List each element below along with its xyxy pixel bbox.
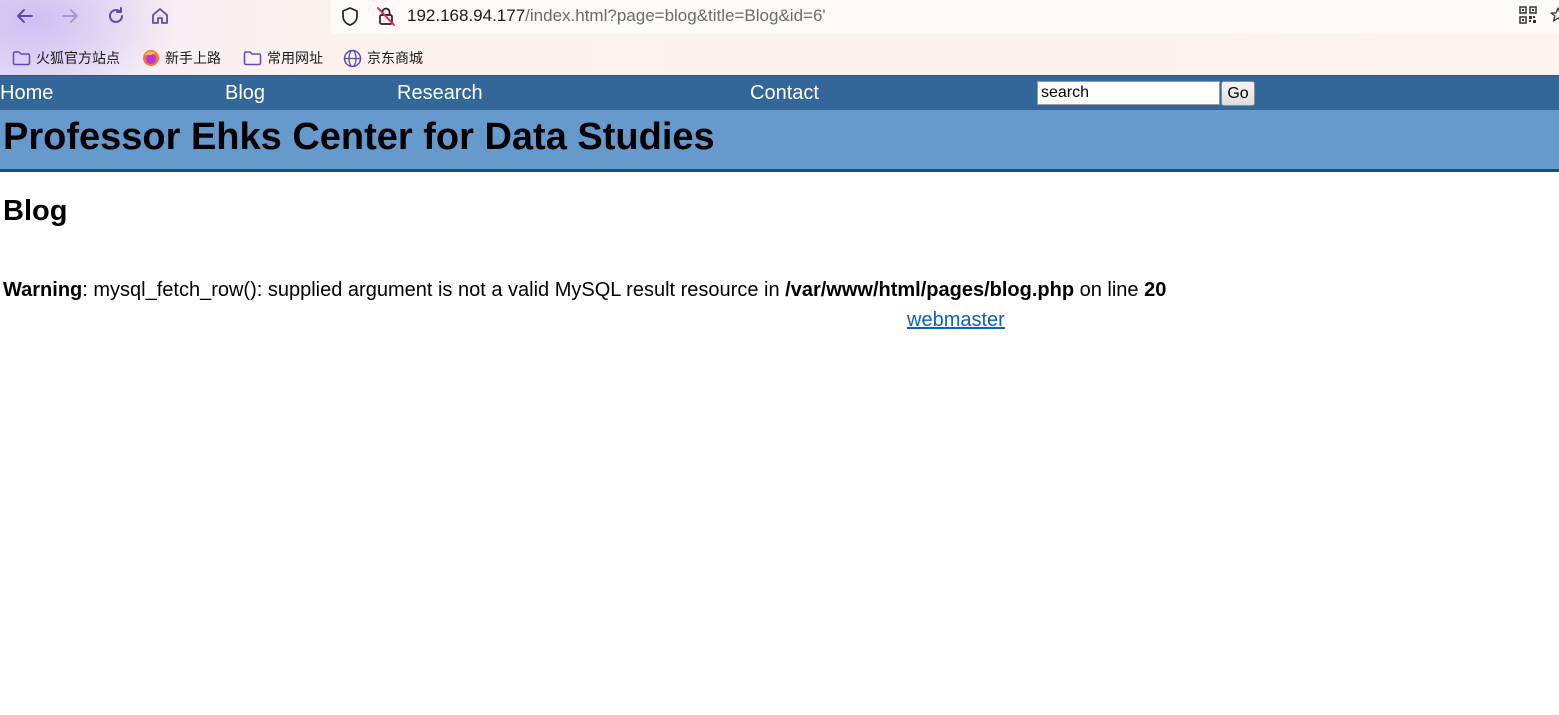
star-icon[interactable] (1550, 7, 1559, 23)
reload-button[interactable] (103, 3, 129, 29)
folder-icon (243, 51, 262, 66)
url-path: /index.html?page=blog&title=Blog&id=6' (525, 6, 826, 25)
warning-line-number: 20 (1144, 279, 1167, 301)
url-text[interactable]: 192.168.94.177/index.html?page=blog&titl… (407, 6, 826, 26)
qr-code-icon[interactable] (1519, 6, 1537, 24)
bookmark-item[interactable]: 京东商城 (343, 47, 423, 69)
bookmarks-bar: 火狐官方站点 新手上路 常用网址 京东商城 (0, 44, 1559, 70)
forward-button[interactable] (57, 3, 83, 29)
url-host: 192.168.94.177 (407, 6, 526, 25)
bookmark-label: 京东商城 (367, 50, 423, 66)
warning-text: : mysql_fetch_row(): supplied argument i… (82, 279, 786, 301)
bookmark-label: 常用网址 (267, 50, 323, 66)
back-button[interactable] (12, 3, 38, 29)
forward-arrow-icon (62, 9, 78, 23)
page-heading: Blog (3, 195, 68, 227)
firefox-icon (143, 50, 159, 66)
folder-icon (12, 51, 31, 66)
search-input[interactable] (1037, 81, 1220, 105)
home-button[interactable] (147, 3, 173, 29)
php-warning-message: Warning: mysql_fetch_row(): supplied arg… (3, 279, 1166, 302)
warning-label: Warning (3, 279, 83, 301)
nav-link-blog[interactable]: Blog (225, 82, 265, 105)
site-banner: Professor Ehks Center for Data Studies (0, 110, 1559, 172)
warning-file-path: /var/www/html/pages/blog.php (785, 279, 1075, 301)
home-icon (152, 8, 168, 24)
reload-icon (109, 7, 123, 23)
site-nav-bar: Home Blog Research Contact Go (0, 75, 1559, 111)
bookmark-label: 火狐官方站点 (36, 50, 120, 66)
bookmark-item[interactable]: 常用网址 (243, 47, 323, 69)
warning-text-line: on line (1074, 279, 1145, 301)
search-go-button[interactable]: Go (1221, 81, 1255, 106)
webmaster-link[interactable]: webmaster (907, 309, 1005, 332)
site-title: Professor Ehks Center for Data Studies (3, 116, 715, 158)
bookmark-item[interactable]: 新手上路 (142, 47, 221, 69)
bookmark-item[interactable]: 火狐官方站点 (12, 47, 120, 69)
shield-icon[interactable] (340, 6, 360, 27)
globe-icon (343, 49, 362, 67)
nav-link-contact[interactable]: Contact (750, 82, 819, 105)
browser-chrome: 192.168.94.177/index.html?page=blog&titl… (0, 0, 1559, 75)
back-arrow-icon (17, 9, 33, 23)
nav-link-research[interactable]: Research (397, 82, 483, 105)
insecure-lock-icon[interactable] (375, 5, 397, 27)
bookmark-label: 新手上路 (165, 50, 221, 66)
nav-link-home[interactable]: Home (0, 82, 53, 105)
